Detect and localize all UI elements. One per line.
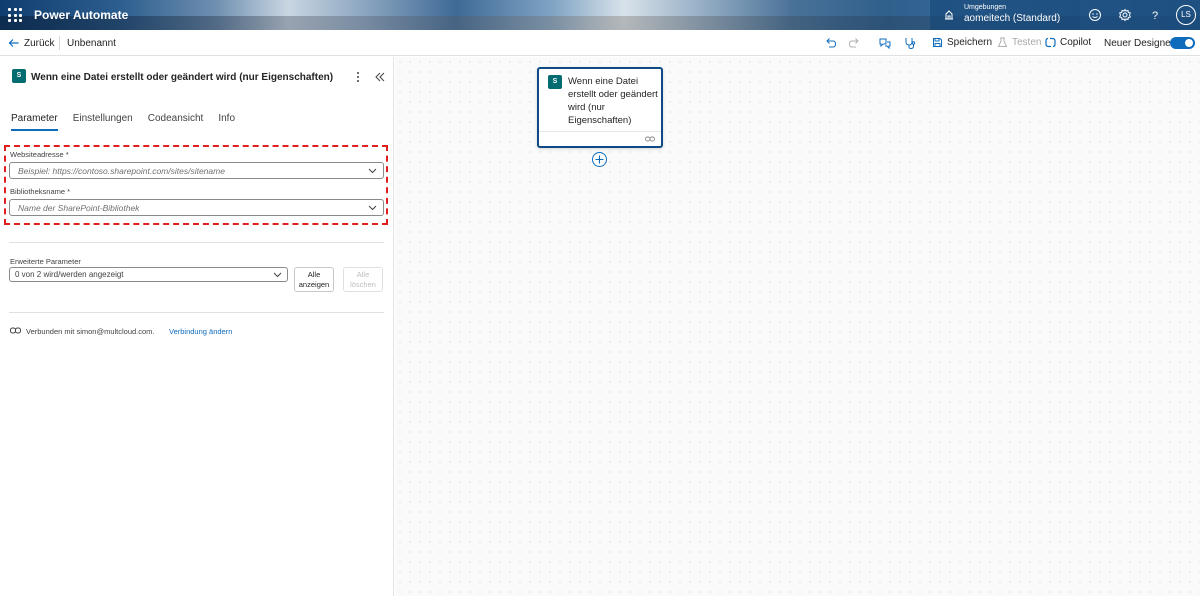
site-address-placeholder: Beispiel: https://contoso.sharepoint.com… <box>18 166 225 176</box>
stethoscope-icon[interactable] <box>903 36 917 50</box>
show-all-label-line1: Alle <box>307 270 321 279</box>
connection-link-icon <box>10 327 21 334</box>
test-label: Testen <box>1012 37 1042 48</box>
designer-canvas[interactable]: S Wenn eine Datei erstellt oder geändert… <box>395 57 1200 596</box>
tab-parameter[interactable]: Parameter <box>11 113 58 131</box>
app-launcher-icon[interactable] <box>8 8 22 22</box>
section-divider <box>9 242 384 243</box>
clear-all-label-line2: löschen <box>350 280 376 289</box>
change-connection-link[interactable]: Verbindung ändern <box>169 327 232 336</box>
more-options-icon[interactable] <box>354 70 362 84</box>
library-name-label: Bibliotheksname * <box>10 187 71 196</box>
copilot-label: Copilot <box>1060 37 1092 48</box>
site-address-dropdown[interactable]: Beispiel: https://contoso.sharepoint.com… <box>9 162 384 179</box>
environment-label: Umgebungen <box>964 4 1007 11</box>
advanced-parameters-dropdown[interactable]: 0 von 2 wird/werden angezeigt <box>9 267 288 282</box>
plus-icon <box>595 155 604 164</box>
copilot-icon <box>1045 37 1056 48</box>
trigger-card[interactable]: S Wenn eine Datei erstellt oder geändert… <box>537 67 663 148</box>
chevron-down-icon <box>273 272 282 278</box>
advanced-parameters-label: Erweiterte Parameter <box>10 257 81 266</box>
new-designer-toggle[interactable] <box>1170 37 1195 49</box>
show-all-button[interactable]: Alle anzeigen <box>294 267 334 292</box>
connection-status: Verbunden mit simon@multcloud.com. <box>26 327 155 336</box>
library-name-placeholder: Name der SharePoint-Bibliothek <box>18 203 140 213</box>
arrow-left-icon <box>8 39 19 47</box>
chevron-down-icon <box>368 168 377 174</box>
sharepoint-icon: S <box>12 69 26 83</box>
advanced-parameters-value: 0 von 2 wird/werden angezeigt <box>15 270 124 279</box>
chevron-down-icon <box>368 205 377 211</box>
panel-title[interactable]: Wenn eine Datei erstellt oder geändert w… <box>31 72 333 83</box>
smiley-icon[interactable] <box>1087 7 1103 23</box>
trigger-card-title: Wenn eine Datei erstellt oder geändert w… <box>568 76 658 126</box>
trigger-card-footer <box>539 131 661 146</box>
avatar[interactable]: LS <box>1176 5 1196 25</box>
tab-info[interactable]: Info <box>218 113 235 131</box>
back-button[interactable]: Zurück <box>8 36 55 50</box>
copilot-button[interactable]: Copilot <box>1045 37 1091 48</box>
new-designer-label: Neuer Designer <box>1104 38 1175 49</box>
flow-checker-icon[interactable] <box>878 36 892 50</box>
help-icon[interactable]: ? <box>1147 7 1163 23</box>
panel-tabs: Parameter Einstellungen Codeansicht Info <box>11 113 250 131</box>
environment-icon <box>945 10 953 20</box>
action-details-panel: S Wenn eine Datei erstellt oder geändert… <box>0 57 394 596</box>
connection-link-icon <box>645 136 655 142</box>
site-address-label: Websiteadresse * <box>10 150 69 159</box>
library-name-dropdown[interactable]: Name der SharePoint-Bibliothek <box>9 199 384 216</box>
clear-all-button[interactable]: Alle löschen <box>343 267 383 292</box>
show-all-label-line2: anzeigen <box>298 280 330 289</box>
environment-name[interactable]: aomeitech (Standard) <box>964 13 1060 24</box>
back-label: Zurück <box>24 37 55 49</box>
collapse-panel-icon[interactable] <box>374 71 386 83</box>
save-label: Speichern <box>947 37 993 48</box>
tab-einstellungen[interactable]: Einstellungen <box>73 113 133 131</box>
test-button[interactable]: Testen <box>997 37 1041 48</box>
section-divider <box>9 312 384 313</box>
toolbar-divider <box>59 36 60 50</box>
flow-title[interactable]: Unbenannt <box>67 38 116 49</box>
clear-all-label-line1: Alle <box>356 270 370 279</box>
app-header: Power Automate Umgebungen aomeitech (Sta… <box>0 0 1200 30</box>
sharepoint-icon: S <box>548 75 562 89</box>
app-name[interactable]: Power Automate <box>34 8 128 22</box>
undo-icon[interactable] <box>823 36 837 50</box>
svg-text:?: ? <box>1152 10 1158 22</box>
redo-icon[interactable] <box>848 36 862 50</box>
save-icon <box>933 38 942 47</box>
gear-icon[interactable] <box>1117 7 1133 23</box>
add-step-button[interactable] <box>592 152 607 167</box>
tab-codeansicht[interactable]: Codeansicht <box>148 113 204 131</box>
save-button[interactable]: Speichern <box>932 37 992 48</box>
flask-icon <box>997 37 1008 47</box>
designer-toolbar: Zurück Unbenannt Speichern Testen Copilo… <box>0 30 1200 56</box>
